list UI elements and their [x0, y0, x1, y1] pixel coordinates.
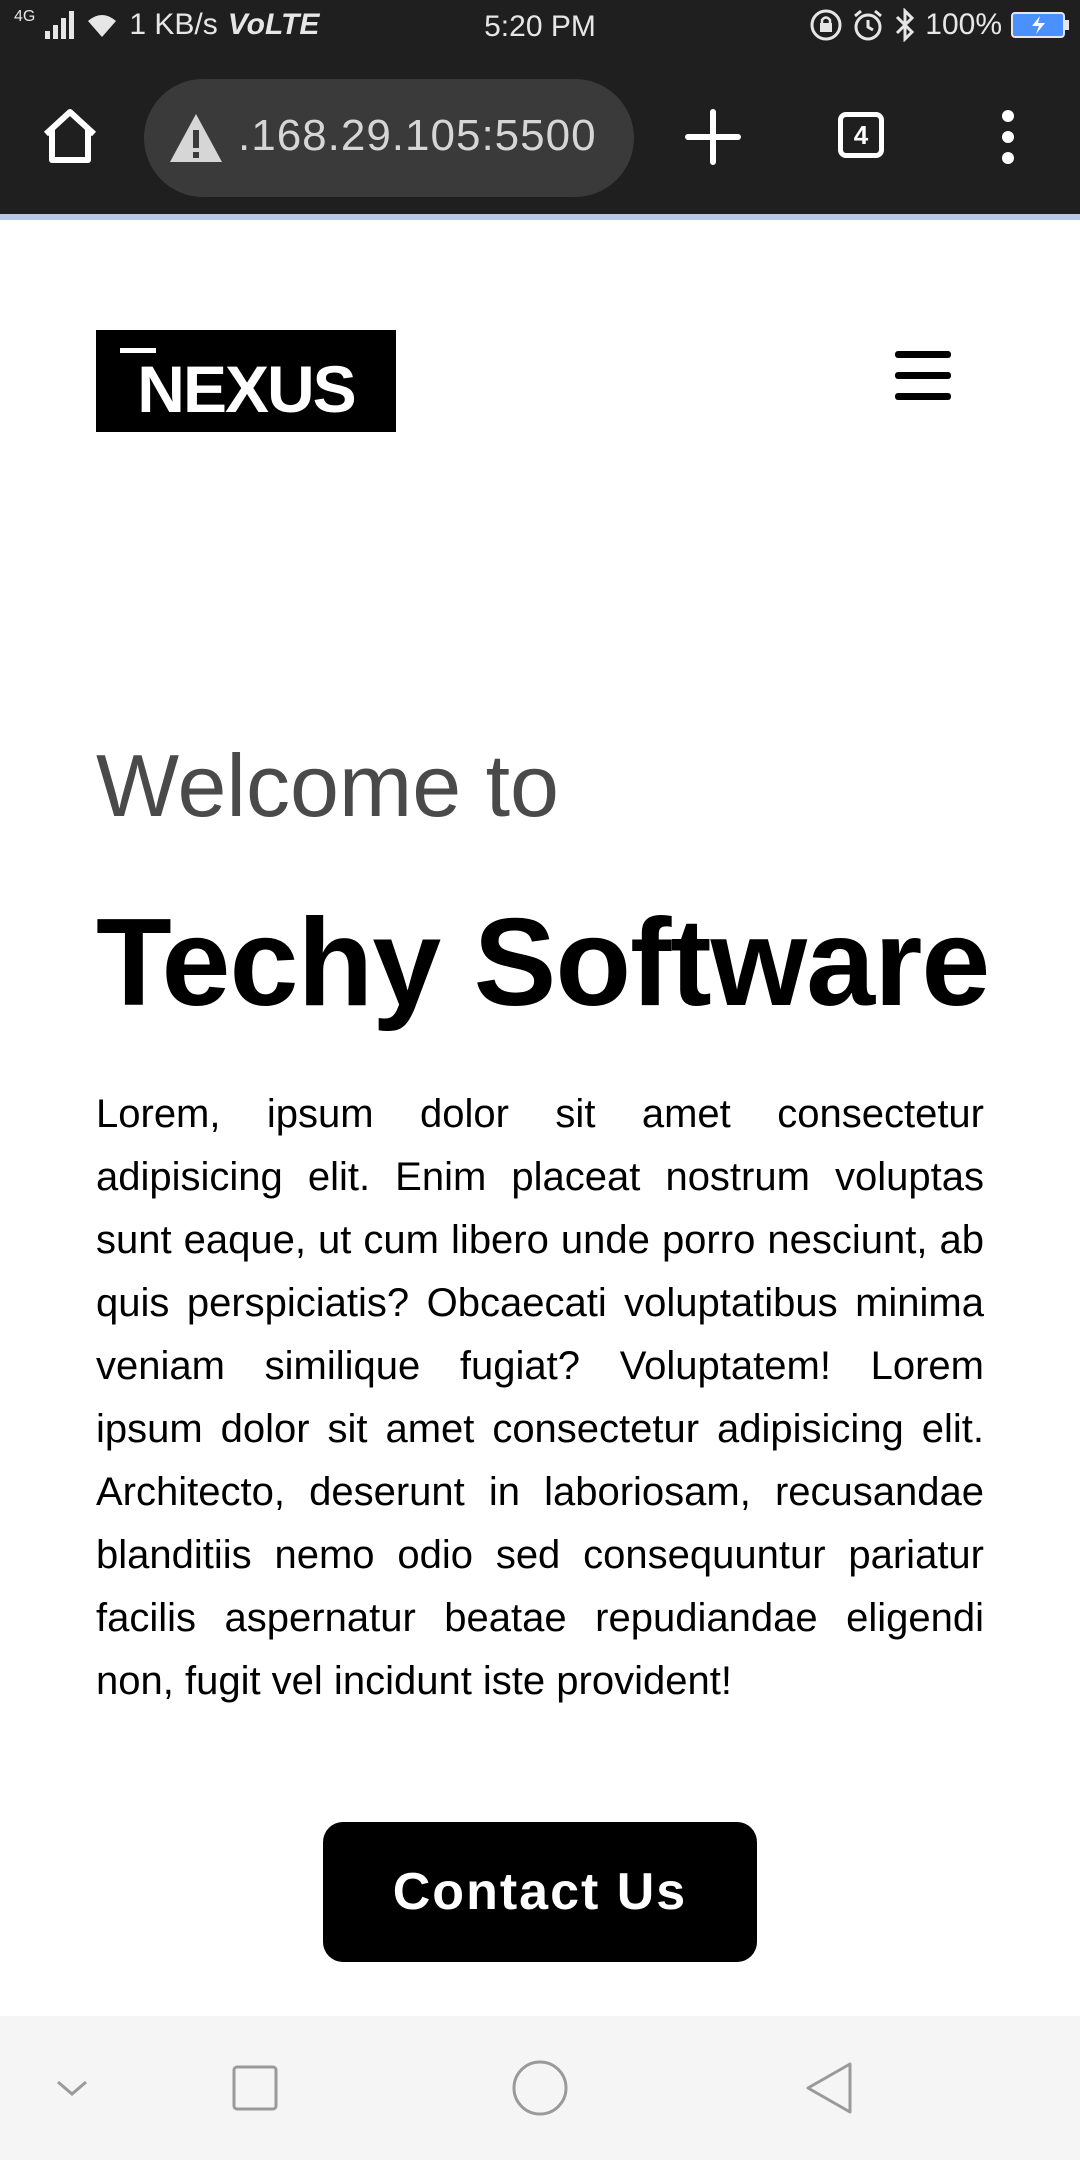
logo-graphic: NEXUS — [120, 348, 357, 426]
status-bar: 4G 1 KB/s VoLTE 5:20 PM 100% — [0, 0, 1080, 56]
plus-icon[interactable] — [684, 108, 742, 166]
hamburger-menu-icon[interactable] — [895, 351, 955, 407]
more-vert-icon[interactable] — [990, 108, 1026, 166]
contact-us-button[interactable]: Contact Us — [323, 1822, 757, 1962]
battery-icon — [1011, 12, 1069, 38]
collapse-icon[interactable] — [42, 2058, 102, 2118]
alarm-icon — [854, 9, 883, 41]
logo-text: NEXUS — [137, 352, 354, 426]
welcome-text: Welcome to — [96, 736, 559, 835]
browser-toolbar: .168.29.105:5500 4 — [0, 56, 1080, 216]
home-circle-icon[interactable] — [510, 2058, 570, 2118]
page-title: Techy Software — [96, 894, 990, 1032]
battery-level: 100% — [925, 8, 1002, 41]
back-icon[interactable] — [800, 2058, 860, 2118]
rotation-lock-icon — [810, 9, 842, 41]
address-bar[interactable]: .168.29.105:5500 — [144, 79, 634, 197]
recents-icon[interactable] — [225, 2058, 285, 2118]
nexus-logo[interactable]: NEXUS — [96, 330, 396, 432]
bluetooth-icon — [896, 8, 915, 42]
intro-paragraph: Lorem, ipsum dolor sit amet consectetur … — [96, 1092, 984, 1703]
page-load-indicator — [0, 214, 1080, 220]
url-text[interactable]: .168.29.105:5500 — [238, 111, 597, 161]
status-right: 100% — [809, 8, 1070, 42]
system-nav-bar — [0, 2016, 1080, 2160]
tabs-icon[interactable]: 4 — [838, 112, 884, 158]
home-icon[interactable] — [40, 106, 100, 166]
warning-icon[interactable] — [168, 112, 224, 164]
